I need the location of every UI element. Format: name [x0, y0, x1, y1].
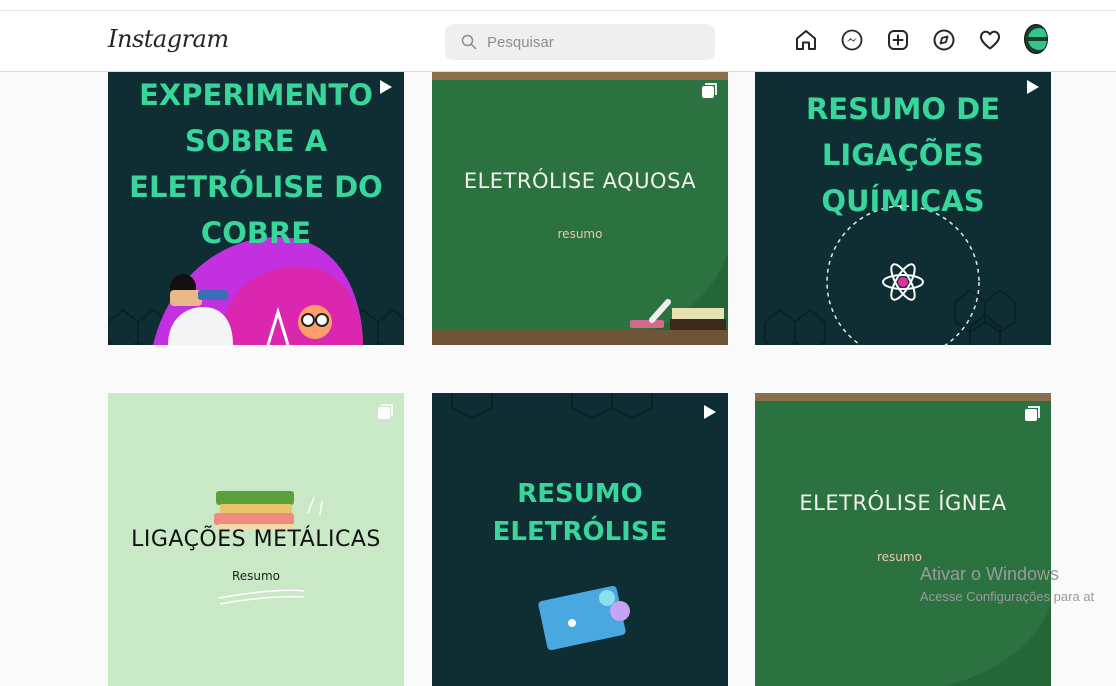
instagram-logo[interactable]: Instagram [108, 25, 229, 53]
reel-icon [1027, 80, 1039, 94]
messenger-icon[interactable] [840, 28, 864, 52]
activity-heart-icon[interactable] [978, 28, 1002, 52]
post-subtitle: resumo [557, 227, 603, 241]
post-title: ELETRÓLISE ÍGNEA [799, 491, 1007, 515]
browser-top-strip [0, 0, 1116, 11]
reel-icon [380, 80, 392, 94]
post-tile[interactable]: RESUMO DE LIGAÇÕES QUÍMICAS [755, 52, 1051, 345]
new-post-icon[interactable] [886, 28, 910, 52]
chalkboard-decor [945, 603, 1051, 686]
top-navbar: Instagram [0, 11, 1116, 72]
post-tile[interactable]: ELETRÓLISE ÍGNEA resumo [755, 393, 1051, 686]
search-box[interactable] [445, 24, 715, 60]
post-subtitle: resumo [877, 550, 922, 564]
reel-icon [704, 405, 716, 419]
search-input[interactable] [485, 32, 689, 52]
post-title-line: SOBRE A [184, 124, 328, 158]
post-title-line: QUÍMICAS [821, 184, 985, 218]
post-tile[interactable]: LIGAÇÕES METÁLICAS Resumo [108, 393, 404, 686]
post-tile[interactable]: EXPERIMENTO SOBRE A ELETRÓLISE DO COBRE [108, 52, 404, 345]
post-title-line: ELETRÓLISE DO [129, 170, 383, 204]
watermark-line-2: Acesse Configurações para at [920, 589, 1095, 604]
avatar[interactable] [1024, 24, 1048, 54]
carousel-icon [702, 83, 717, 98]
post-title-line: RESUMO [517, 479, 643, 509]
post-title-line: LIGAÇÕES [821, 138, 985, 172]
profile-avatar[interactable] [1024, 24, 1048, 54]
post-title: EXPERIMENTO SOBRE A ELETRÓLISE DO COBRE [108, 72, 404, 256]
post-subtitle: Resumo [231, 569, 281, 583]
post-title-line: COBRE [200, 216, 312, 250]
post-title: ELETRÓLISE AQUOSA [463, 169, 697, 193]
post-title: RESUMO DE LIGAÇÕES QUÍMICAS [755, 86, 1051, 224]
chalkboard-decor [432, 252, 728, 345]
post-title: RESUMO ELETRÓLISE [432, 475, 728, 551]
post-title-line: EXPERIMENTO [139, 78, 373, 112]
windows-activation-watermark: Ativar o Windows Acesse Configurações pa… [920, 564, 1094, 604]
home-icon[interactable] [794, 28, 818, 52]
carousel-icon [1025, 406, 1040, 421]
post-title-line: RESUMO DE [805, 92, 1001, 126]
search-icon [461, 34, 477, 50]
post-tile[interactable]: ELETRÓLISE AQUOSA resumo [432, 52, 728, 345]
post-tile[interactable]: RESUMO ELETRÓLISE [432, 393, 728, 686]
explore-icon[interactable] [932, 28, 956, 52]
posts-grid: EXPERIMENTO SOBRE A ELETRÓLISE DO COBRE … [108, 52, 1051, 686]
nav-icons [794, 24, 1048, 54]
post-title: LIGAÇÕES METÁLICAS [131, 527, 381, 552]
watermark-line-1: Ativar o Windows [920, 564, 1060, 584]
post-title-line: ELETRÓLISE [492, 517, 668, 547]
